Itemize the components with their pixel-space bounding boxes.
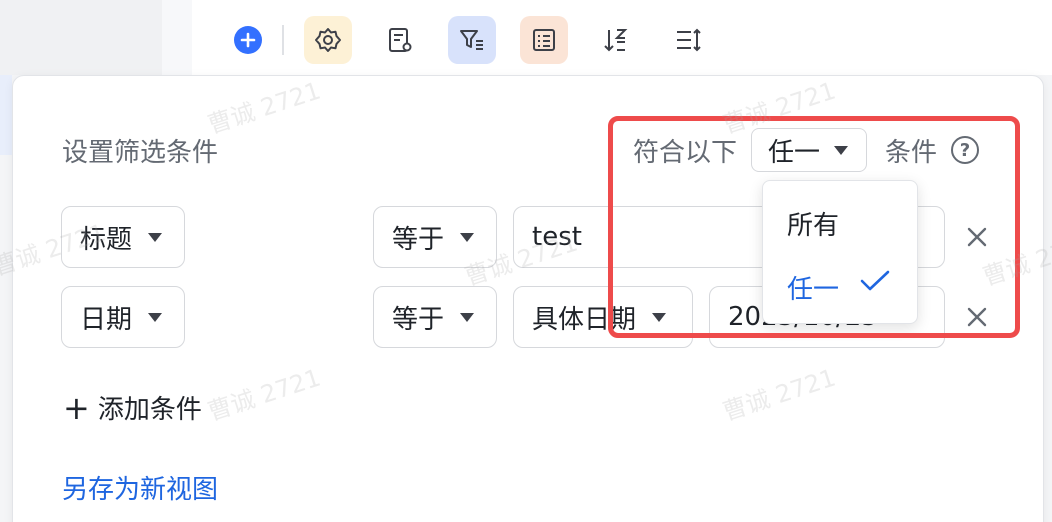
condition-operator-select[interactable]: 等于: [373, 206, 497, 268]
condition-operator-value: 等于: [392, 304, 445, 335]
sort-icon: [604, 29, 628, 52]
toolbar-divider: [282, 25, 284, 55]
condition-field-value: 日期: [80, 304, 133, 335]
chevron-down-icon: [460, 312, 475, 322]
chevron-down-icon: [148, 232, 163, 242]
chevron-down-icon: [652, 312, 667, 322]
condition-field-select[interactable]: 日期: [61, 286, 185, 348]
add-button[interactable]: [230, 16, 266, 64]
date-mode-value: 具体日期: [532, 304, 637, 335]
help-icon[interactable]: ?: [951, 136, 980, 164]
filter-icon: [460, 30, 483, 50]
close-icon[interactable]: [963, 303, 991, 331]
sidebar-selected-item: [0, 75, 12, 155]
close-icon[interactable]: [963, 223, 991, 251]
chevron-down-icon: [460, 232, 475, 242]
fields-icon: [533, 29, 555, 51]
match-suffix: 条件: [885, 137, 938, 168]
page: 设置筛选条件 符合以下 任一 条件 ? 标题 等于 test 日期 等于 具体日…: [0, 0, 1052, 522]
match-mode-value: 任一: [768, 137, 821, 168]
row-height-icon: [677, 28, 701, 52]
record-settings-icon: [389, 28, 412, 52]
condition-operator-value: 等于: [392, 224, 445, 255]
condition-value-text: test: [532, 222, 582, 252]
condition-field-select[interactable]: 标题: [61, 206, 185, 268]
date-mode-select[interactable]: 具体日期: [513, 286, 693, 348]
gear-icon: [315, 28, 341, 52]
side-navigation: [0, 0, 162, 75]
check-icon: [860, 270, 890, 291]
row-height-button[interactable]: [664, 16, 712, 64]
add-condition-button[interactable]: + 添加条件: [63, 389, 202, 426]
record-settings-button[interactable]: [376, 16, 424, 64]
sort-button[interactable]: [592, 16, 640, 64]
plus-icon: +: [63, 388, 90, 427]
add-icon: [234, 26, 262, 54]
condition-operator-select[interactable]: 等于: [373, 286, 497, 348]
match-mode-select[interactable]: 任一: [751, 128, 868, 172]
view-toolbar: [230, 14, 736, 66]
save-as-new-view-link[interactable]: 另存为新视图: [62, 469, 218, 506]
chevron-down-icon: [834, 145, 849, 155]
dropdown-option-all[interactable]: 所有: [787, 205, 839, 242]
match-mode-row: 符合以下 任一 条件 ?: [633, 128, 980, 172]
match-mode-dropdown: 所有 任一: [762, 180, 918, 324]
dropdown-option-any[interactable]: 任一: [787, 269, 839, 306]
condition-field-value: 标题: [80, 224, 133, 255]
field-config-button[interactable]: [520, 16, 568, 64]
match-prefix: 符合以下: [633, 137, 738, 168]
add-condition-label: 添加条件: [97, 395, 202, 425]
view-settings-button[interactable]: [304, 16, 352, 64]
chevron-down-icon: [148, 312, 163, 322]
panel-title: 设置筛选条件: [62, 138, 219, 168]
filter-button[interactable]: [448, 16, 496, 64]
